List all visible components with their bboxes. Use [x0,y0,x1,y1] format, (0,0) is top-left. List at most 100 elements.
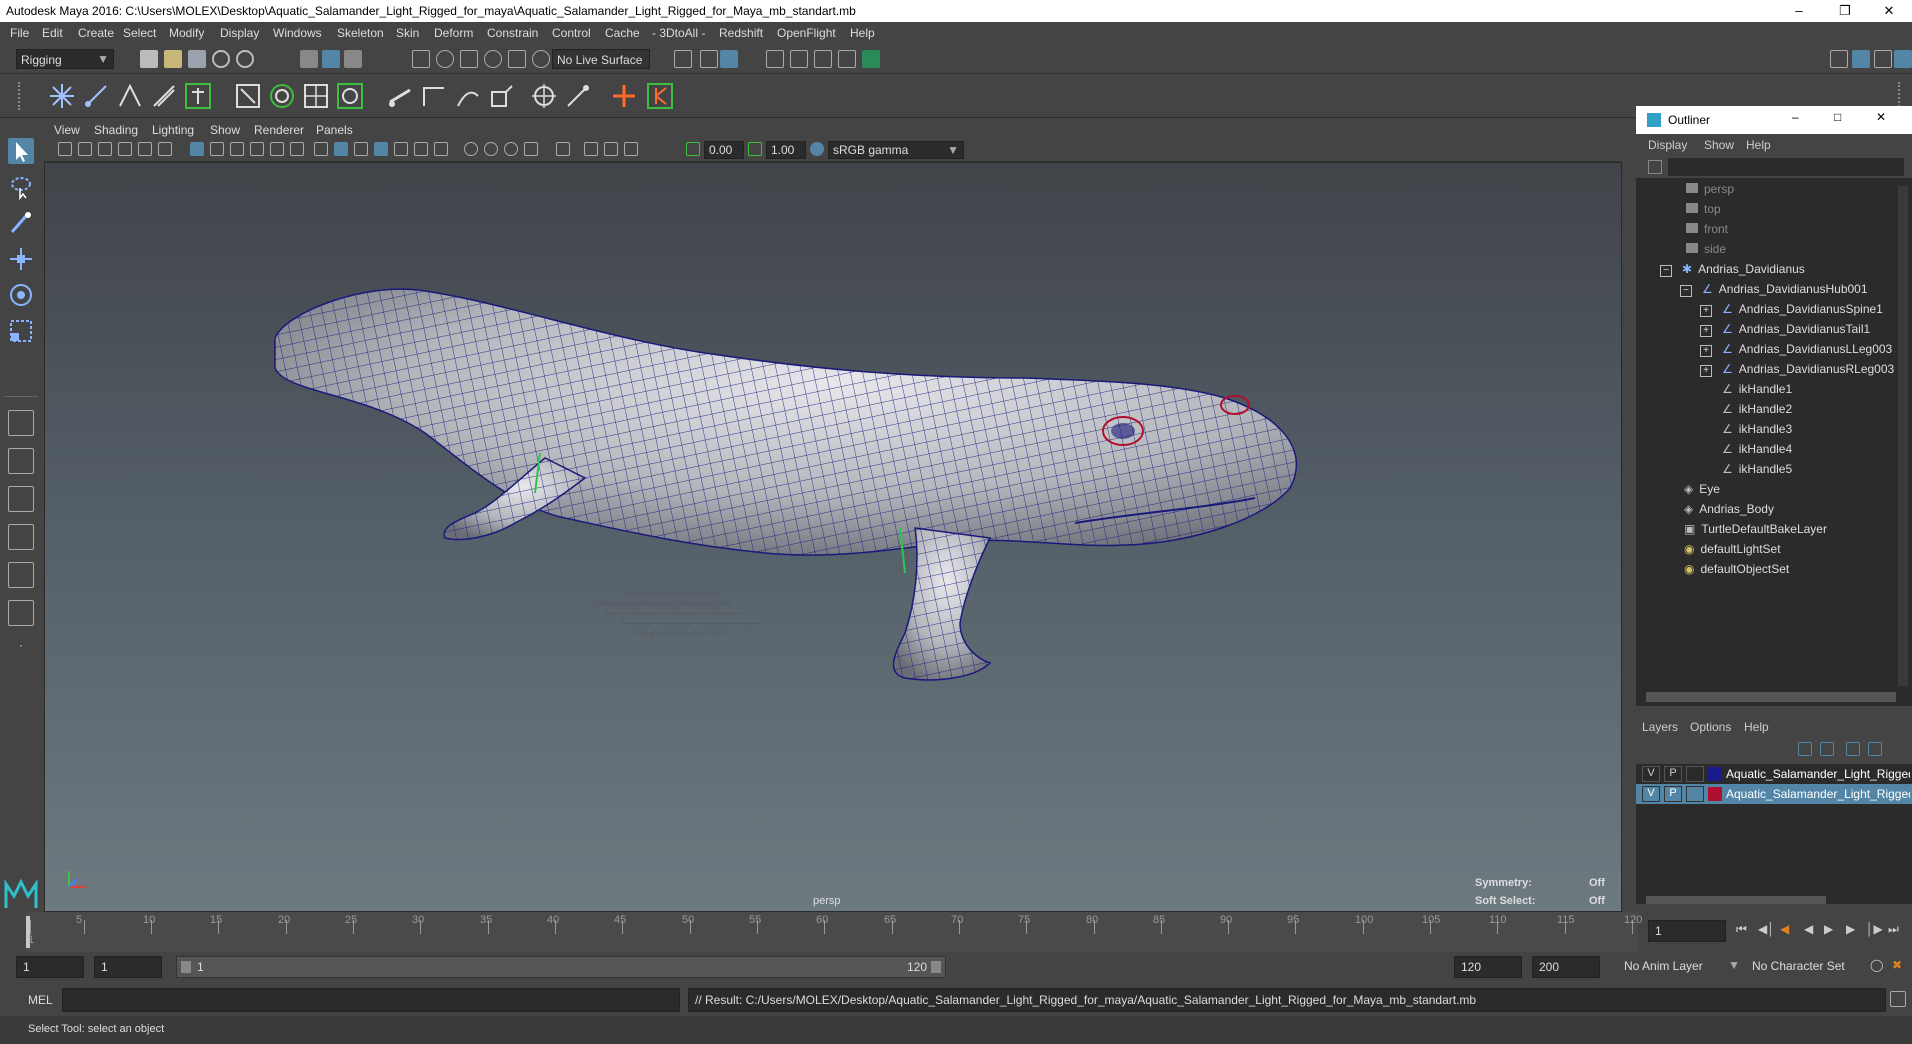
tree-item-side[interactable]: side [1686,242,1726,262]
scale-tool-icon[interactable] [8,318,34,344]
time-slider-track[interactable]: 1 5 10 15 20 25 30 35 40 45 50 55 60 65 70 75 80 85 90 95 10… [26,912,1642,952]
layer-color-swatch[interactable] [1708,787,1722,801]
view-transform-dropdown[interactable]: sRGB gamma ▼ [828,141,964,159]
restore-button[interactable]: ❐ [1822,0,1868,22]
smooth-shade-icon[interactable] [334,142,348,156]
time-slider[interactable]: 1 5 10 15 20 25 30 35 40 45 50 55 60 65 70 75 80 85 90 95 10… [0,912,1912,952]
ik-spline-icon[interactable] [116,82,144,110]
outliner-layout-icon[interactable] [8,600,34,626]
layers-menu-layers[interactable]: Layers [1642,720,1678,734]
step-forward-frame-icon[interactable]: │▶ [1866,922,1883,936]
shadows-icon[interactable] [434,142,448,156]
outliner-maximize-button[interactable]: □ [1834,110,1841,124]
layer-playback-toggle[interactable]: P [1664,786,1682,802]
auto-key-icon[interactable]: ◯ [1870,958,1883,972]
pole-vector-icon[interactable] [564,82,592,110]
four-view-layout-icon[interactable] [8,448,34,474]
outliner-menu-help[interactable]: Help [1746,138,1771,152]
xray-joints-icon[interactable] [624,142,638,156]
step-back-frame-icon[interactable]: ◀│ [1758,922,1775,936]
layers-menu-help[interactable]: Help [1744,720,1769,734]
new-empty-layer-icon[interactable] [1846,742,1860,756]
color-management-icon[interactable] [810,142,824,156]
expand-icon[interactable]: + [1700,365,1712,377]
render-current-icon[interactable] [700,50,718,68]
tree-item-default-light-set[interactable]: ◉ defaultLightSet [1684,542,1781,562]
bookmark-icon[interactable] [98,142,112,156]
single-perspective-view-icon[interactable] [8,410,34,436]
rotate-tool-icon[interactable] [8,282,34,308]
script-language-toggle[interactable]: MEL [28,993,53,1007]
snap-view-plane-icon[interactable] [484,50,502,68]
perspective-viewport[interactable]: persp Symmetry: Off Soft Select: Off [44,162,1622,912]
layers-menu-options[interactable]: Options [1690,720,1731,734]
tree-item-persp[interactable]: persp [1686,182,1734,202]
persp-graph-layout-icon[interactable] [8,524,34,550]
tree-item-turtle-bake-layer[interactable]: ▣ TurtleDefaultBakeLayer [1684,522,1827,542]
render-region-icon[interactable] [674,50,692,68]
menu-openflight[interactable]: OpenFlight [777,26,836,40]
outliner-minimize-button[interactable]: – [1792,110,1799,124]
tree-item-ikhandle2[interactable]: ∠ ikHandle2 [1722,402,1792,422]
range-slider[interactable]: 1 120 [176,956,946,978]
close-button[interactable]: ✕ [1866,0,1912,22]
bind-skin-icon[interactable] [184,82,212,110]
tree-item-rleg003[interactable]: + ∠ Andrias_DavidianusRLeg003 [1700,362,1894,382]
attribute-editor-icon[interactable] [1852,50,1870,68]
camera-select-icon[interactable] [58,142,72,156]
gamma-icon[interactable] [748,142,762,156]
orient-constraint-icon[interactable] [454,82,482,110]
playback-start-field[interactable]: 1 [94,956,162,978]
menu-edit[interactable]: Edit [42,26,63,40]
tree-item-eye[interactable]: ◈ Eye [1684,482,1720,502]
move-layer-down-icon[interactable] [1820,742,1834,756]
menu-modify[interactable]: Modify [169,26,204,40]
panel-menu-shading[interactable]: Shading [94,123,138,137]
outliner-search-input[interactable] [1668,158,1904,176]
ipr-render-icon[interactable] [720,50,738,68]
move-tool-icon[interactable] [8,246,34,272]
field-chart-icon[interactable] [270,142,284,156]
select-component-icon[interactable] [344,50,362,68]
select-hierarchy-icon[interactable] [300,50,318,68]
gate-mask-icon[interactable] [250,142,264,156]
move-layer-up-icon[interactable] [1798,742,1812,756]
snap-live-icon[interactable] [508,50,526,68]
snap-curve-icon[interactable] [436,50,454,68]
default-material-icon[interactable] [354,142,368,156]
xray-active-icon[interactable] [604,142,618,156]
animation-start-field[interactable]: 1 [16,956,84,978]
tree-item-spine1[interactable]: + ∠ Andrias_DavidianusSpine1 [1700,302,1883,322]
channel-box-icon[interactable] [1894,50,1912,68]
menu-select[interactable]: Select [123,26,156,40]
safe-action-icon[interactable] [290,142,304,156]
layer-display-type-toggle[interactable] [1686,766,1704,782]
paint-select-tool-icon[interactable] [8,210,34,236]
tree-item-hub001[interactable]: − ∠ Andrias_DavidianusHub001 [1680,282,1868,302]
render-settings-icon[interactable] [838,50,856,68]
menu-skeleton[interactable]: Skeleton [337,26,384,40]
expand-icon[interactable]: + [1700,325,1712,337]
render-frame-icon[interactable] [790,50,808,68]
step-forward-key-icon[interactable]: ▶ [1846,922,1855,936]
film-gate-icon[interactable] [210,142,224,156]
motion-blur-icon[interactable] [484,142,498,156]
menu-cache[interactable]: Cache [605,26,640,40]
modeling-toolkit-icon[interactable] [1830,50,1848,68]
layer-row-selected[interactable]: V P Aquatic_Salamander_Light_Rigged [1636,784,1912,804]
set-driven-key-icon[interactable] [646,82,674,110]
tree-item-andrias-davidianus[interactable]: − ✱ Andrias_Davidianus [1660,262,1805,282]
isolate-select-icon[interactable] [556,142,570,156]
panel-menu-show[interactable]: Show [210,123,240,137]
panel-menu-panels[interactable]: Panels [316,123,353,137]
snap-grid-icon[interactable] [412,50,430,68]
live-surface-field[interactable]: No Live Surface [552,49,650,69]
more-layouts-icon[interactable]: · [8,638,34,664]
ipr-icon[interactable] [814,50,832,68]
step-back-key-icon[interactable]: ◀ [1780,922,1789,936]
exposure-icon[interactable] [686,142,700,156]
2d-pan-zoom-icon[interactable] [138,142,152,156]
play-forwards-icon[interactable]: ▶ [1824,922,1833,936]
menu-create[interactable]: Create [78,26,114,40]
expand-icon[interactable]: + [1700,345,1712,357]
